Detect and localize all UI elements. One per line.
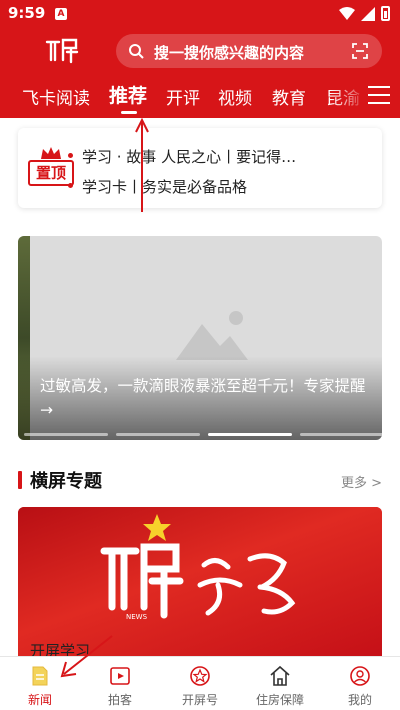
battery-icon: [381, 6, 390, 21]
scan-icon[interactable]: [352, 43, 368, 59]
nav-paike[interactable]: 拍客: [80, 657, 160, 710]
profile-icon: [350, 666, 370, 686]
house-icon: [270, 665, 290, 686]
nav-profile[interactable]: 我的: [320, 657, 400, 710]
pinned-item[interactable]: 学习 · 故事 人民之心丨要记得…: [68, 146, 358, 167]
search-placeholder: 搜一搜你感兴趣的内容: [154, 44, 305, 62]
search-icon: [129, 44, 144, 59]
tab-fade: [330, 78, 370, 118]
bullet-dot: [68, 153, 73, 158]
tab-video[interactable]: 视频: [218, 84, 252, 109]
pinned-item[interactable]: 学习卡丨务实是必备品格: [68, 176, 358, 197]
signal-icon: [361, 6, 375, 21]
nav-label: 我的: [347, 693, 372, 707]
section-accent-bar: [18, 471, 22, 489]
nav-label: 拍客: [107, 693, 132, 707]
nav-label: 开屏号: [181, 693, 218, 707]
status-bar: 9:59 A: [0, 0, 400, 28]
star-badge-icon: [190, 666, 210, 686]
status-time: 9:59: [8, 4, 46, 22]
feature-card[interactable]: NEWS: [18, 507, 382, 657]
tab-education[interactable]: 教育: [272, 84, 306, 109]
nav-kaipinghao[interactable]: 开屏号: [160, 657, 240, 710]
nav-news[interactable]: 新闻: [0, 657, 80, 710]
carousel-indicator: [24, 433, 382, 436]
banner-caption: 过敏高发，一款滴眼液暴涨至超千元！专家提醒→: [40, 377, 366, 419]
section-title: 横屏专题: [30, 471, 102, 492]
feature-brand-artwork: NEWS: [100, 543, 296, 621]
app-header: 9:59 A 搜一搜你感兴趣的内容 飞卡阅读 推荐 开评 视频 教育 昆渝: [0, 0, 400, 118]
menu-icon[interactable]: [368, 86, 390, 106]
headline-banner[interactable]: 过敏高发，一款滴眼液暴涨至超千元！专家提醒→: [18, 236, 382, 440]
feature-brand-small: NEWS: [126, 613, 148, 621]
video-icon: [110, 667, 130, 685]
nav-label: 住房保障: [255, 693, 304, 707]
tab-recommend[interactable]: 推荐: [109, 81, 147, 108]
status-icons: [339, 6, 390, 21]
carousel-dot: [116, 433, 200, 436]
search-bar[interactable]: 搜一搜你感兴趣的内容: [116, 34, 382, 68]
pinned-item-text: 学习卡丨务实是必备品格: [82, 178, 248, 196]
crown-icon: [41, 147, 61, 159]
image-placeholder-icon: [176, 311, 248, 360]
carousel-dot: [24, 433, 108, 436]
tab-feika-reading[interactable]: 飞卡阅读: [22, 84, 90, 109]
nav-housing[interactable]: 住房保障: [240, 657, 320, 710]
news-icon: [32, 666, 48, 686]
section-more-link[interactable]: 更多 >: [341, 472, 382, 491]
carousel-dot: [300, 433, 382, 436]
wifi-icon: [339, 6, 355, 20]
tab-kaiping[interactable]: 开评: [166, 84, 200, 109]
notification-icon: A: [55, 8, 67, 20]
active-tab-indicator: [121, 111, 137, 114]
top-bar: 搜一搜你感兴趣的内容: [0, 32, 400, 72]
nav-label: 新闻: [27, 693, 52, 707]
channel-tabs: 飞卡阅读 推荐 开评 视频 教育 昆渝: [0, 78, 400, 118]
bullet-dot: [68, 183, 73, 188]
pinned-item-text: 学习 · 故事 人民之心丨要记得…: [82, 148, 297, 166]
bottom-nav: 新闻 拍客 开屏号 住房保障 我的: [0, 656, 400, 710]
app-logo: [45, 38, 79, 64]
carousel-dot-active: [208, 433, 292, 436]
star-icon: [143, 514, 171, 541]
